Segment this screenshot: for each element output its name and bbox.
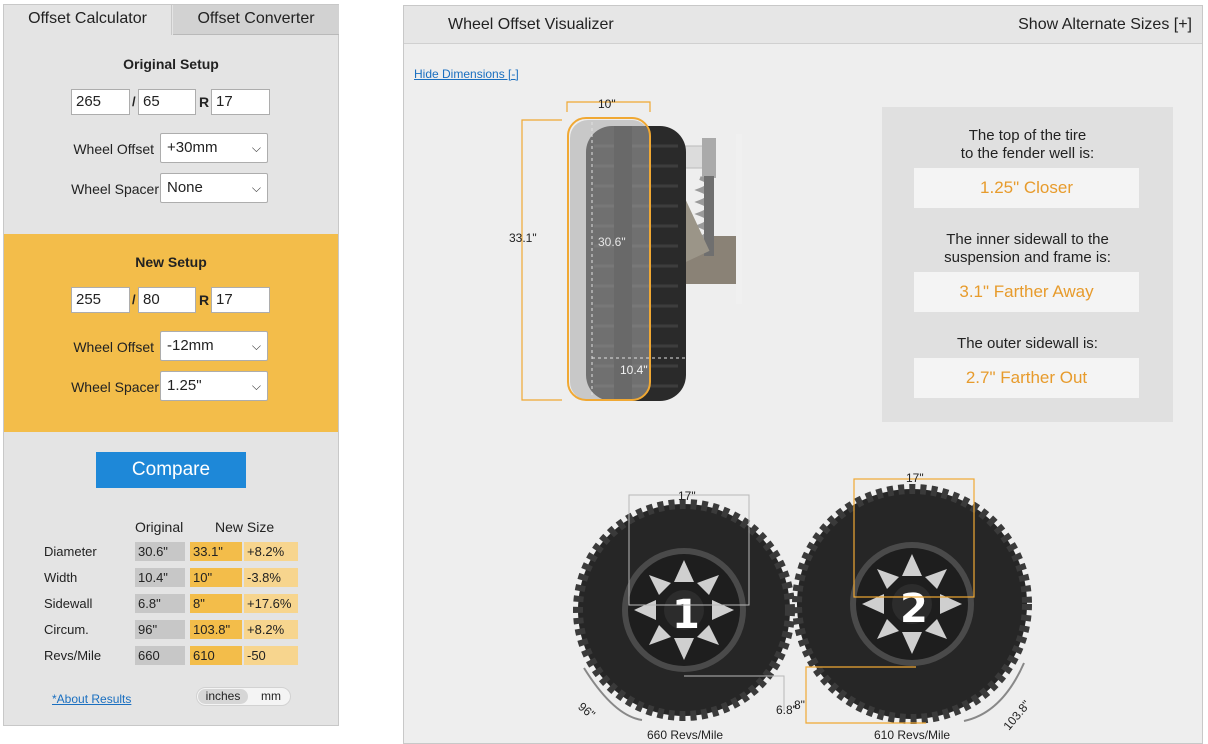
row-label: Width bbox=[44, 570, 78, 585]
info-answer-2: 3.1" Farther Away bbox=[914, 272, 1139, 312]
original-setup-title: Original Setup bbox=[123, 56, 219, 72]
rim-r-label: R bbox=[199, 292, 210, 308]
new-offset-select[interactable]: -12mm ⌵ bbox=[160, 331, 268, 361]
info-question-1: The top of the tire to the fender well is… bbox=[960, 127, 1095, 162]
chevron-down-icon: ⌵ bbox=[251, 339, 261, 353]
slash-separator: / bbox=[132, 94, 136, 109]
diff-value: +8.2% bbox=[244, 542, 298, 561]
original-aspect-input[interactable]: 65 bbox=[138, 89, 196, 115]
info-answer-3: 2.7" Farther Out bbox=[914, 358, 1139, 398]
new-rim-input[interactable]: 17 bbox=[211, 287, 270, 313]
wheel-2-front-view: 2 17" 8" 103.8" bbox=[792, 471, 1033, 733]
chevron-down-icon: ⌵ bbox=[251, 181, 261, 195]
wheel2-revs: 610 Revs/Mile bbox=[874, 728, 951, 742]
unit-mm-option[interactable]: mm bbox=[253, 689, 289, 704]
new-spacer-select[interactable]: 1.25" ⌵ bbox=[160, 371, 268, 401]
tab-offset-converter[interactable]: Offset Converter bbox=[173, 5, 339, 35]
wheel-1-front-view: 1 17" 6.8" 96" bbox=[573, 489, 797, 722]
info-question-3: The outer sidewall is: bbox=[957, 335, 1098, 352]
tire-side-view: 10" 33.1" 30.6" 10.4" bbox=[509, 97, 742, 401]
diff-value: -3.8% bbox=[244, 568, 298, 587]
visualizer-title: Wheel Offset Visualizer bbox=[448, 16, 614, 33]
wheel1-revs: 660 Revs/Mile bbox=[647, 728, 724, 742]
orig-value: 96" bbox=[135, 620, 185, 639]
new-offset-label: Wheel Offset bbox=[73, 339, 154, 355]
new-setup-title: New Setup bbox=[135, 254, 207, 270]
compare-button[interactable]: Compare bbox=[96, 452, 246, 488]
results-col-new: New Size bbox=[215, 519, 275, 535]
original-offset-select[interactable]: +30mm ⌵ bbox=[160, 133, 268, 163]
wheel1-rim-dim: 17" bbox=[678, 489, 696, 503]
original-spacer-select[interactable]: None ⌵ bbox=[160, 173, 268, 203]
diff-value: -50 bbox=[244, 646, 298, 665]
bottom-width-dim: 10.4" bbox=[620, 363, 648, 377]
wheel2-rim-dim: 17" bbox=[906, 471, 924, 485]
info-answer-1: 1.25" Closer bbox=[914, 168, 1139, 208]
original-spacer-label: Wheel Spacer bbox=[71, 181, 159, 197]
wheel2-sidewall-dim: 8" bbox=[794, 698, 805, 712]
new-value: 33.1" bbox=[190, 542, 242, 561]
new-aspect-input[interactable]: 80 bbox=[138, 287, 196, 313]
row-label: Sidewall bbox=[44, 596, 93, 611]
row-label: Diameter bbox=[44, 544, 97, 559]
top-width-dim: 10" bbox=[598, 97, 616, 111]
wheel1-circ-dim: 96" bbox=[575, 699, 597, 721]
new-value: 10" bbox=[190, 568, 242, 587]
offset-info-box: The top of the tire to the fender well is… bbox=[882, 107, 1173, 422]
orig-value: 660 bbox=[135, 646, 185, 665]
slash-separator: / bbox=[132, 292, 136, 307]
unit-toggle[interactable]: inches mm bbox=[196, 687, 291, 706]
about-results-link[interactable]: *About Results bbox=[52, 692, 131, 706]
new-width-input[interactable]: 255 bbox=[71, 287, 130, 313]
diff-value: +17.6% bbox=[244, 594, 298, 613]
new-value: 610 bbox=[190, 646, 242, 665]
results-col-original: Original bbox=[135, 519, 184, 535]
original-rim-input[interactable]: 17 bbox=[211, 89, 270, 115]
show-alternate-sizes-link[interactable]: Show Alternate Sizes [+] bbox=[1018, 16, 1192, 34]
hide-dimensions-link[interactable]: Hide Dimensions [-] bbox=[414, 67, 519, 81]
chevron-down-icon: ⌵ bbox=[251, 379, 261, 393]
inner-height-dim: 30.6" bbox=[598, 235, 626, 249]
new-value: 103.8" bbox=[190, 620, 242, 639]
original-width-input[interactable]: 265 bbox=[71, 89, 130, 115]
wheel-offset-visualizer: Wheel Offset Visualizer Show Alternate S… bbox=[403, 5, 1203, 744]
new-value: 8" bbox=[190, 594, 242, 613]
row-label: Revs/Mile bbox=[44, 648, 102, 663]
new-spacer-label: Wheel Spacer bbox=[71, 379, 159, 395]
orig-value: 10.4" bbox=[135, 568, 185, 587]
rim-r-label: R bbox=[199, 94, 210, 110]
orig-value: 30.6" bbox=[135, 542, 185, 561]
info-question-2: The inner sidewall to the suspension and … bbox=[944, 231, 1111, 266]
left-height-dim: 33.1" bbox=[509, 231, 537, 245]
wheel2-circ-dim: 103.8" bbox=[1000, 698, 1033, 733]
orig-value: 6.8" bbox=[135, 594, 185, 613]
tab-offset-calculator[interactable]: Offset Calculator bbox=[4, 5, 172, 35]
chevron-down-icon: ⌵ bbox=[251, 141, 261, 155]
unit-inches-option[interactable]: inches bbox=[198, 689, 248, 704]
visualizer-header: Wheel Offset Visualizer Show Alternate S… bbox=[404, 6, 1202, 44]
new-setup-section: New Setup 255 / 80 R 17 Wheel Offset -12… bbox=[4, 234, 338, 432]
original-offset-label: Wheel Offset bbox=[73, 141, 154, 157]
offset-calculator-panel: Offset Calculator Offset Converter Origi… bbox=[3, 4, 339, 726]
wheel-number: 1 bbox=[672, 592, 700, 638]
wheel-number: 2 bbox=[900, 586, 928, 632]
diff-value: +8.2% bbox=[244, 620, 298, 639]
row-label: Circum. bbox=[44, 622, 89, 637]
